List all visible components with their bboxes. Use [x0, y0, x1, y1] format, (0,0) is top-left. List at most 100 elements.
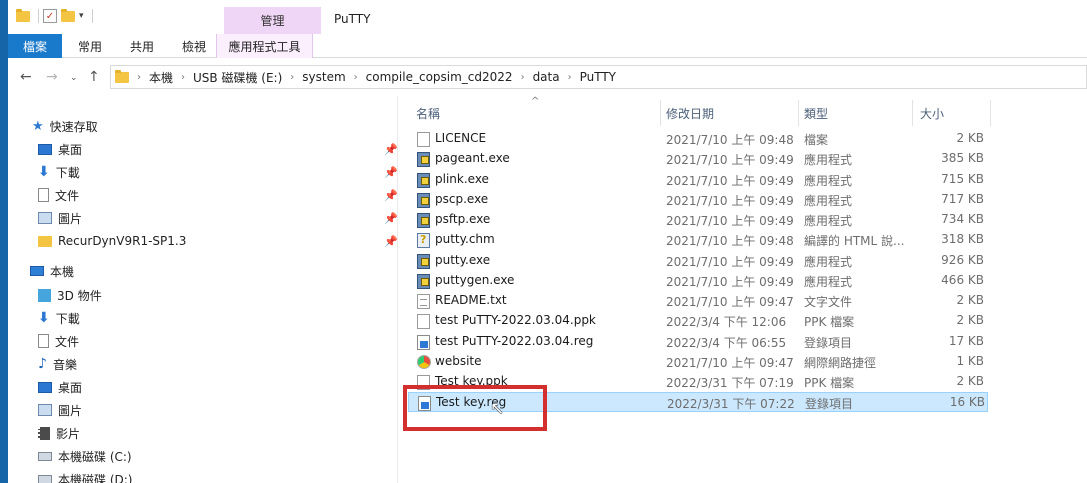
- document-icon: [38, 188, 49, 202]
- tab-file[interactable]: 檔案: [8, 34, 62, 58]
- file-name: putty.exe: [435, 253, 491, 267]
- up-arrow-icon[interactable]: ↑: [88, 69, 100, 85]
- file-row[interactable]: test PuTTY-2022.03.04.ppk 2022/3/4 下午 12:…: [408, 311, 988, 331]
- file-size: 2 KB: [956, 293, 984, 307]
- file-exe-icon: [417, 152, 430, 167]
- file-row[interactable]: pscp.exe 2021/7/10 上午 09:49 應用程式 717 KB: [408, 190, 988, 210]
- file-date: 2021/7/10 上午 09:47: [666, 295, 794, 309]
- nav-local-disk-d[interactable]: 本機磁碟 (D:): [38, 468, 132, 483]
- breadcrumb-this-pc[interactable]: 本機: [149, 69, 173, 86]
- nav-pictures[interactable]: 圖片: [38, 399, 82, 421]
- nav-recurdyn-folder[interactable]: RecurDynV9R1-SP1.3 📌: [38, 230, 398, 252]
- address-bar[interactable]: › 本機 › USB 磁碟機 (E:) › system › compile_c…: [110, 65, 1087, 89]
- tab-home[interactable]: 常用: [64, 34, 116, 58]
- file-type: 應用程式: [804, 214, 853, 228]
- pin-icon[interactable]: 📌: [384, 235, 398, 248]
- file-name: LICENCE: [435, 131, 487, 145]
- pin-icon[interactable]: 📌: [384, 189, 398, 202]
- file-row[interactable]: putty.exe 2021/7/10 上午 09:49 應用程式 926 KB: [408, 251, 988, 271]
- nav-downloads-pinned[interactable]: ⬇ 下載 📌: [38, 161, 398, 183]
- properties-icon[interactable]: ✓: [43, 9, 57, 23]
- file-row[interactable]: README.txt 2021/7/10 上午 09:47 文字文件 2 KB: [408, 291, 988, 311]
- breadcrumb-usb-drive[interactable]: USB 磁碟機 (E:): [193, 69, 282, 86]
- chevron-right-icon[interactable]: ›: [290, 72, 294, 83]
- file-type: PPK 檔案: [804, 376, 855, 390]
- nav-desktop-pinned[interactable]: 桌面 📌: [38, 138, 398, 160]
- file-size: 16 KB: [949, 395, 985, 409]
- tab-view[interactable]: 檢視: [168, 34, 220, 58]
- nav-desktop[interactable]: 桌面: [38, 376, 82, 398]
- file-row[interactable]: pageant.exe 2021/7/10 上午 09:49 應用程式 385 KB: [408, 149, 988, 169]
- nav-documents[interactable]: 文件: [38, 330, 79, 352]
- video-icon: [38, 426, 50, 440]
- pin-icon[interactable]: 📌: [384, 212, 398, 225]
- download-icon: ⬇: [38, 164, 50, 180]
- file-size: 318 KB: [941, 232, 984, 246]
- nav-this-pc[interactable]: 本機: [30, 260, 74, 282]
- chevron-right-icon[interactable]: ›: [354, 72, 358, 83]
- file-size: 715 KB: [941, 172, 984, 186]
- tab-application-tools[interactable]: 應用程式工具: [216, 34, 313, 58]
- column-header-size[interactable]: 大小: [920, 100, 944, 126]
- file-name: pscp.exe: [435, 192, 489, 206]
- nav-label: 桌面: [58, 380, 83, 395]
- forward-arrow-icon[interactable]: →: [46, 69, 58, 85]
- file-name: website: [435, 354, 482, 368]
- customize-toolbar-icon[interactable]: ▾: [79, 11, 84, 21]
- nav-videos[interactable]: 影片: [38, 422, 80, 444]
- file-type: 登錄項目: [805, 397, 854, 411]
- column-header-date[interactable]: 修改日期: [666, 100, 714, 126]
- file-type: 應用程式: [804, 194, 853, 208]
- column-divider[interactable]: [912, 100, 913, 126]
- file-blank-icon: [417, 132, 430, 147]
- column-divider[interactable]: [660, 100, 661, 126]
- breadcrumb-data[interactable]: data: [533, 70, 560, 84]
- back-arrow-icon[interactable]: ←: [20, 69, 32, 85]
- file-row[interactable]: psftp.exe 2021/7/10 上午 09:49 應用程式 734 KB: [408, 210, 988, 230]
- file-date: 2021/7/10 上午 09:49: [666, 214, 794, 228]
- chevron-right-icon[interactable]: ›: [568, 72, 572, 83]
- file-row[interactable]: puttygen.exe 2021/7/10 上午 09:49 應用程式 466 KB: [408, 271, 988, 291]
- chevron-right-icon[interactable]: ›: [181, 72, 185, 83]
- chevron-right-icon[interactable]: ›: [521, 72, 525, 83]
- nav-downloads[interactable]: ⬇ 下載: [38, 307, 80, 329]
- file-exe-icon: [417, 254, 430, 269]
- chevron-right-icon[interactable]: ›: [137, 72, 141, 83]
- new-folder-icon[interactable]: [61, 8, 75, 22]
- nav-music[interactable]: ♪ 音樂: [38, 353, 77, 375]
- column-divider[interactable]: [990, 100, 991, 126]
- folder-icon: [115, 69, 129, 83]
- file-row[interactable]: website 2021/7/10 上午 09:47 網際網路捷徑 1 KB: [408, 352, 988, 372]
- file-type: 應用程式: [804, 174, 853, 188]
- nav-3d-objects[interactable]: 3D 物件: [38, 284, 102, 306]
- navigation-pane: ★ 快速存取 桌面 📌 ⬇ 下載 📌 文件 📌 圖片 📌 RecurDynV9R…: [8, 96, 398, 483]
- nav-quick-access[interactable]: ★ 快速存取: [32, 115, 98, 137]
- file-name: psftp.exe: [435, 212, 491, 226]
- drive-icon: [38, 451, 52, 461]
- file-type: 編譯的 HTML 說...: [804, 234, 905, 248]
- file-name: test PuTTY-2022.03.04.reg: [435, 334, 594, 348]
- file-row[interactable]: plink.exe 2021/7/10 上午 09:49 應用程式 715 KB: [408, 170, 988, 190]
- document-icon: [38, 334, 49, 348]
- nav-local-disk-c[interactable]: 本機磁碟 (C:): [38, 445, 132, 467]
- file-date: 2021/7/10 上午 09:49: [666, 255, 794, 269]
- column-header-name[interactable]: 名稱: [416, 100, 440, 126]
- file-date: 2022/3/4 下午 12:06: [666, 315, 787, 329]
- breadcrumb-system[interactable]: system: [302, 70, 345, 84]
- nav-documents-pinned[interactable]: 文件 📌: [38, 184, 398, 206]
- breadcrumb-putty[interactable]: PuTTY: [580, 70, 616, 84]
- file-name: test PuTTY-2022.03.04.ppk: [435, 313, 596, 327]
- pin-icon[interactable]: 📌: [384, 166, 398, 179]
- file-date: 2021/7/10 上午 09:48: [666, 234, 794, 248]
- nav-label: 本機: [50, 264, 75, 279]
- file-row[interactable]: LICENCE 2021/7/10 上午 09:48 檔案 2 KB: [408, 129, 988, 149]
- pin-icon[interactable]: 📌: [384, 143, 398, 156]
- column-header-type[interactable]: 類型: [804, 100, 828, 126]
- file-row[interactable]: test PuTTY-2022.03.04.reg 2022/3/4 下午 06:…: [408, 332, 988, 352]
- recent-locations-icon[interactable]: ⌄: [70, 73, 78, 83]
- file-row[interactable]: putty.chm 2021/7/10 上午 09:48 編譯的 HTML 說...…: [408, 230, 988, 250]
- tab-share[interactable]: 共用: [116, 34, 168, 58]
- column-divider[interactable]: [798, 100, 799, 126]
- nav-pictures-pinned[interactable]: 圖片 📌: [38, 207, 398, 229]
- breadcrumb-compile[interactable]: compile_copsim_cd2022: [366, 70, 513, 84]
